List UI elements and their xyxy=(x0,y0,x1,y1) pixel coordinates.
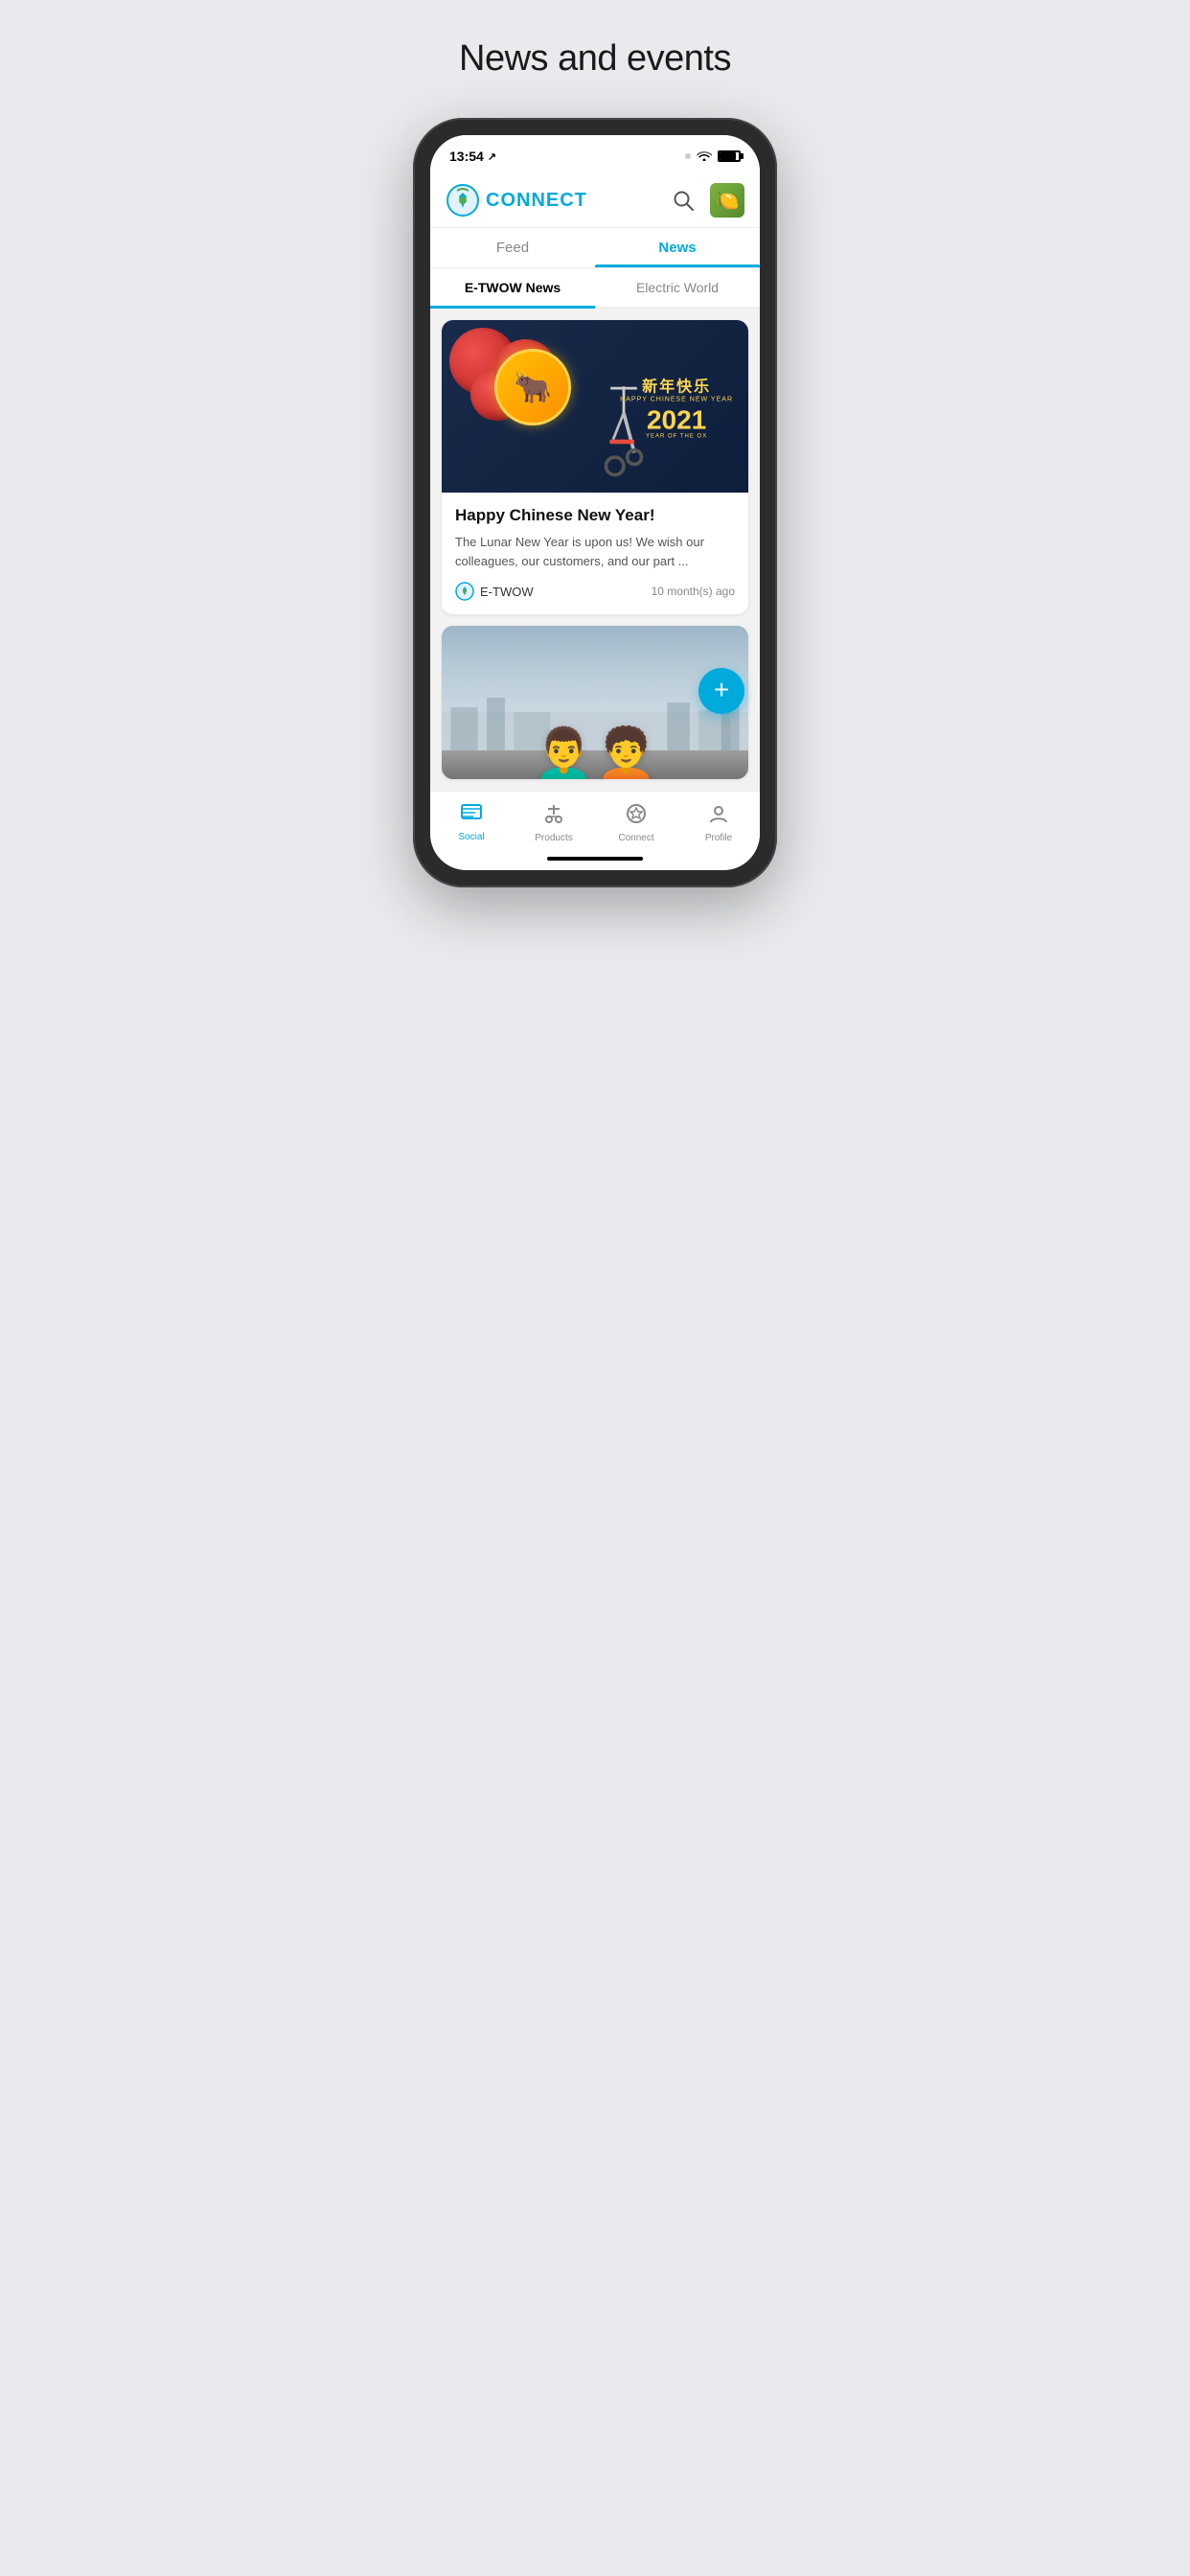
signal-dot xyxy=(685,153,691,159)
avatar[interactable]: 🍋 xyxy=(710,183,744,218)
profile-icon xyxy=(708,803,729,830)
phone-screen: 13:54 ↗ xyxy=(430,135,760,870)
home-indicator xyxy=(430,851,760,870)
news-cny-source: E-TWOW xyxy=(455,582,534,601)
tab-feed[interactable]: Feed xyxy=(430,228,595,267)
tab-bar-sub: E-TWOW News Electric World xyxy=(430,268,760,309)
wifi-icon xyxy=(697,150,712,164)
logo-area: CONNECT xyxy=(446,183,587,218)
search-button[interactable] xyxy=(668,185,698,216)
cny-text: 新年快乐 Happy Chinese New Year 2021 Year of… xyxy=(620,374,733,440)
content-area: 🐂 xyxy=(430,309,760,791)
nav-item-connect[interactable]: Connect xyxy=(595,799,677,847)
page-title: News and events xyxy=(459,38,731,80)
status-bar: 13:54 ↗ xyxy=(430,135,760,173)
news-cny-title: Happy Chinese New Year! xyxy=(455,506,735,525)
nav-label-social: Social xyxy=(458,832,484,842)
tab-news[interactable]: News xyxy=(595,228,760,267)
social-icon xyxy=(461,804,482,829)
news-cny-excerpt: The Lunar New Year is upon us! We wish o… xyxy=(455,533,735,570)
page-wrapper: News and events 13:54 ↗ xyxy=(355,38,835,887)
nav-label-profile: Profile xyxy=(705,833,732,843)
tab-electric-world[interactable]: Electric World xyxy=(595,268,760,307)
news-cny-time: 10 month(s) ago xyxy=(652,585,735,598)
navigation-icon: ↗ xyxy=(488,150,496,163)
products-icon xyxy=(543,803,564,830)
home-bar xyxy=(547,857,643,861)
ox-circle: 🐂 xyxy=(494,349,571,426)
status-icons xyxy=(685,150,741,164)
connect-icon xyxy=(626,803,647,830)
header-actions: 🍋 xyxy=(668,183,744,218)
fab-button[interactable]: + xyxy=(698,668,744,714)
couple-figures: 👨‍🦱🧑‍🦱 xyxy=(533,725,657,779)
tab-bar-main: Feed News xyxy=(430,228,760,268)
news-card-cny-image: 🐂 xyxy=(442,320,748,493)
phone-shell: 13:54 ↗ xyxy=(413,118,777,887)
news-cny-meta: E-TWOW 10 month(s) ago xyxy=(455,582,735,601)
nav-item-profile[interactable]: Profile xyxy=(677,799,760,847)
nav-label-connect: Connect xyxy=(618,833,653,843)
tab-etwow-news[interactable]: E-TWOW News xyxy=(430,268,595,307)
news-card-cny-body: Happy Chinese New Year! The Lunar New Ye… xyxy=(442,493,748,614)
app-header: CONNECT 🍋 xyxy=(430,173,760,228)
news-card-cny: 🐂 xyxy=(442,320,748,614)
fab-plus-icon: + xyxy=(714,677,729,703)
cny-banner: 🐂 xyxy=(442,320,748,493)
nav-item-social[interactable]: Social xyxy=(430,800,513,846)
nav-item-products[interactable]: Products xyxy=(513,799,595,847)
search-icon xyxy=(673,190,694,211)
battery-icon xyxy=(718,150,741,162)
logo-icon xyxy=(446,183,480,218)
source-logo-icon xyxy=(455,582,474,601)
nav-label-products: Products xyxy=(535,833,572,843)
bottom-nav: Social Products xyxy=(430,791,760,851)
logo-text: CONNECT xyxy=(486,190,587,212)
avatar-image: 🍋 xyxy=(716,189,740,213)
status-time: 13:54 ↗ xyxy=(449,149,496,164)
